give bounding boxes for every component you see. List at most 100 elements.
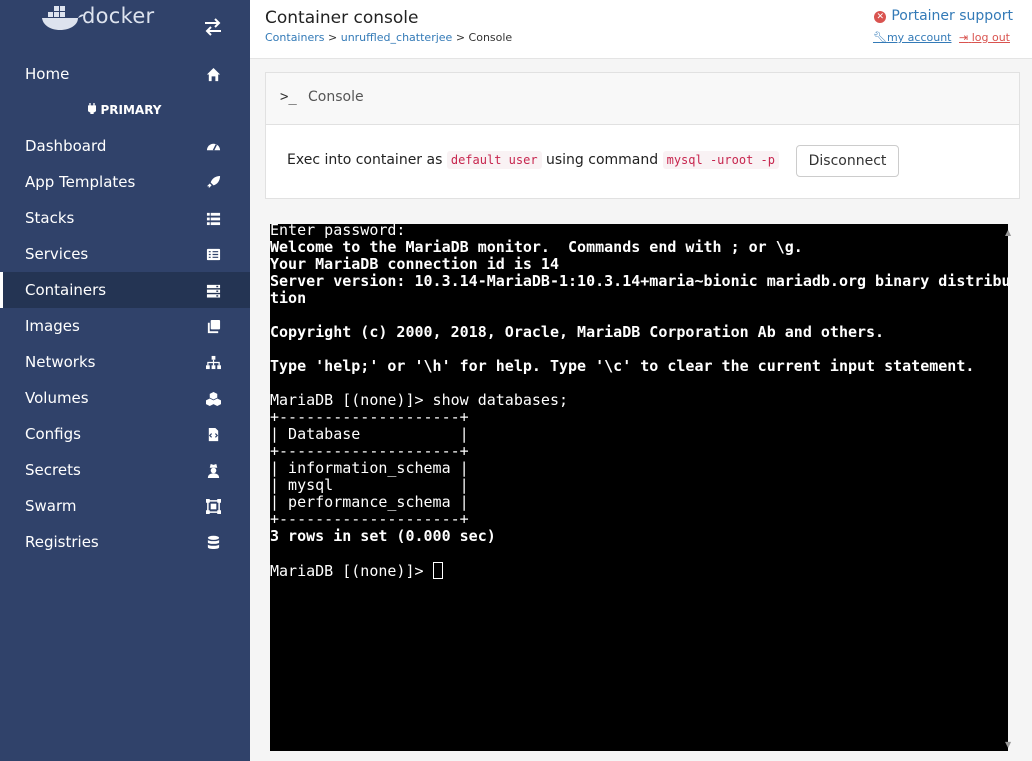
terminal-line-text: Welcome to the MariaDB monitor. Commands… <box>270 238 803 256</box>
sidebar-item-label: Images <box>25 317 80 335</box>
exec-description: Exec into container as default user usin… <box>287 151 779 169</box>
breadcrumb-current: Console <box>468 31 513 44</box>
user-secret-icon <box>207 463 220 478</box>
sidebar-item-swarm[interactable]: Swarm <box>0 488 250 524</box>
terminal-line: Enter password: <box>270 224 405 239</box>
sidebar-item-networks[interactable]: Networks <box>0 344 250 380</box>
terminal-line-text: +--------------------+ <box>270 442 469 460</box>
exec-prefix: Exec into container as <box>287 152 443 168</box>
file-code-icon <box>208 427 219 442</box>
terminal-line-text: | performance_schema | <box>270 493 469 511</box>
sidebar-item-label: Configs <box>25 425 81 443</box>
rocket-icon <box>206 175 221 189</box>
dashboard-icon <box>206 143 221 151</box>
terminal-icon: >_ <box>280 89 297 105</box>
terminal-line: Your MariaDB connection id is 14 <box>270 256 559 273</box>
sidebar: docker Home PRIMARY Dashboard App Templa… <box>0 0 250 761</box>
sidebar-item-label: Secrets <box>25 461 81 479</box>
database-icon <box>207 535 220 549</box>
terminal-line-text: Copyright (c) 2000, 2018, Oracle, MariaD… <box>270 323 885 341</box>
sign-out-icon: ⇥ <box>959 31 969 44</box>
endpoint-name: PRIMARY <box>100 103 162 117</box>
server-icon <box>206 284 221 298</box>
sidebar-item-containers[interactable]: Containers <box>0 272 250 308</box>
endpoint-label: PRIMARY <box>0 103 250 117</box>
exec-command: mysql -uroot -p <box>662 151 779 169</box>
terminal-line-text: | Database | <box>270 425 469 443</box>
page-title: Container console <box>265 8 419 28</box>
log-out-link[interactable]: ⇥ log out <box>959 31 1010 44</box>
scroll-down-arrow-icon[interactable]: ▼ <box>1005 740 1011 749</box>
terminal-line: | performance_schema | <box>270 494 469 511</box>
terminal-line-text: Enter password: <box>270 224 406 239</box>
terminal-line: MariaDB [(none)]> show databases; <box>270 392 568 409</box>
docker-logo[interactable]: docker <box>40 2 180 32</box>
sidebar-item-stacks[interactable]: Stacks <box>0 200 250 236</box>
sidebar-item-volumes[interactable]: Volumes <box>0 380 250 416</box>
portainer-support-link[interactable]: ✕ Portainer support <box>874 8 1013 24</box>
terminal-line-text: 3 rows in set (0.000 sec) <box>270 527 496 545</box>
breadcrumb-containers-link[interactable]: Containers <box>265 31 325 44</box>
exec-using-command: using command <box>546 152 659 168</box>
terminal-line: Welcome to the MariaDB monitor. Commands… <box>270 239 803 256</box>
terminal-line-text: +--------------------+ <box>270 408 469 426</box>
terminal-line-text: Server version: 10.3.14-MariaDB-1:10.3.1… <box>270 272 1008 290</box>
terminal-line: Server version: 10.3.14-MariaDB-1:10.3.1… <box>270 273 1008 290</box>
services-icon <box>206 248 221 261</box>
sidebar-item-home[interactable]: Home <box>0 56 250 92</box>
sidebar-item-images[interactable]: Images <box>0 308 250 344</box>
home-icon <box>206 67 221 82</box>
exchange-icon[interactable] <box>203 18 223 36</box>
sidebar-item-services[interactable]: Services <box>0 236 250 272</box>
terminal-line: MariaDB [(none)]> <box>270 562 443 580</box>
docker-whale-icon <box>42 6 84 30</box>
sidebar-item-configs[interactable]: Configs <box>0 416 250 452</box>
life-ring-icon: ✕ <box>874 11 887 23</box>
sidebar-item-label: Dashboard <box>25 137 107 155</box>
object-group-icon <box>206 499 221 514</box>
terminal-line: | mysql | <box>270 477 469 494</box>
widget-title: Console <box>308 89 364 105</box>
terminal[interactable]: Enter password: Welcome to the MariaDB mo… <box>270 224 1008 751</box>
sidebar-item-label: Stacks <box>25 209 75 227</box>
terminal-line: +--------------------+ <box>270 443 469 460</box>
sidebar-item-label: Registries <box>25 533 99 551</box>
terminal-line: | Database | <box>270 426 469 443</box>
disconnect-button[interactable]: Disconnect <box>796 145 899 177</box>
sidebar-item-registries[interactable]: Registries <box>0 524 250 560</box>
sidebar-item-label: Swarm <box>25 497 77 515</box>
terminal-cursor <box>432 562 443 579</box>
sidebar-item-dashboard[interactable]: Dashboard <box>0 128 250 164</box>
sidebar-item-label: Containers <box>25 281 107 299</box>
terminal-line: 3 rows in set (0.000 sec) <box>270 528 496 545</box>
terminal-line: Type 'help;' or '\h' for help. Type '\c'… <box>270 358 974 375</box>
support-label: Portainer support <box>891 8 1013 24</box>
terminal-line-text: MariaDB [(none)]> show databases; <box>270 391 569 409</box>
terminal-line-text: +--------------------+ <box>270 510 469 528</box>
terminal-line-text: tion <box>270 289 307 307</box>
cubes-icon <box>206 391 221 406</box>
console-widget: >_ Console Exec into container as defaul… <box>265 72 1020 199</box>
terminal-line: Copyright (c) 2000, 2018, Oracle, MariaD… <box>270 324 884 341</box>
sidebar-item-label: Volumes <box>25 389 89 407</box>
sitemap-icon <box>206 355 221 370</box>
terminal-line: +--------------------+ <box>270 409 469 426</box>
terminal-line-text: Type 'help;' or '\h' for help. Type '\c'… <box>270 357 975 375</box>
breadcrumb: Containers > unruffled_chatterjee > Cons… <box>265 31 512 44</box>
scroll-up-arrow-icon[interactable]: ▲ <box>1005 228 1011 237</box>
clone-icon <box>207 319 221 334</box>
plug-icon <box>87 103 98 117</box>
breadcrumb-separator: > <box>328 31 338 44</box>
sidebar-item-app-templates[interactable]: App Templates <box>0 164 250 200</box>
sidebar-item-secrets[interactable]: Secrets <box>0 452 250 488</box>
my-account-link[interactable]: 🔧︎my account <box>873 31 952 44</box>
breadcrumb-separator: > <box>455 31 466 44</box>
wrench-icon: 🔧︎ <box>872 31 887 44</box>
page-header: Container console Containers > unruffled… <box>250 0 1032 59</box>
breadcrumb-container-link[interactable]: unruffled_chatterjee <box>341 31 453 44</box>
brand-text: docker <box>82 4 155 28</box>
sidebar-item-label: App Templates <box>25 173 136 191</box>
sidebar-item-label: Services <box>25 245 89 263</box>
terminal-line-text: | mysql | <box>270 476 469 494</box>
log-out-label: log out <box>971 31 1010 44</box>
